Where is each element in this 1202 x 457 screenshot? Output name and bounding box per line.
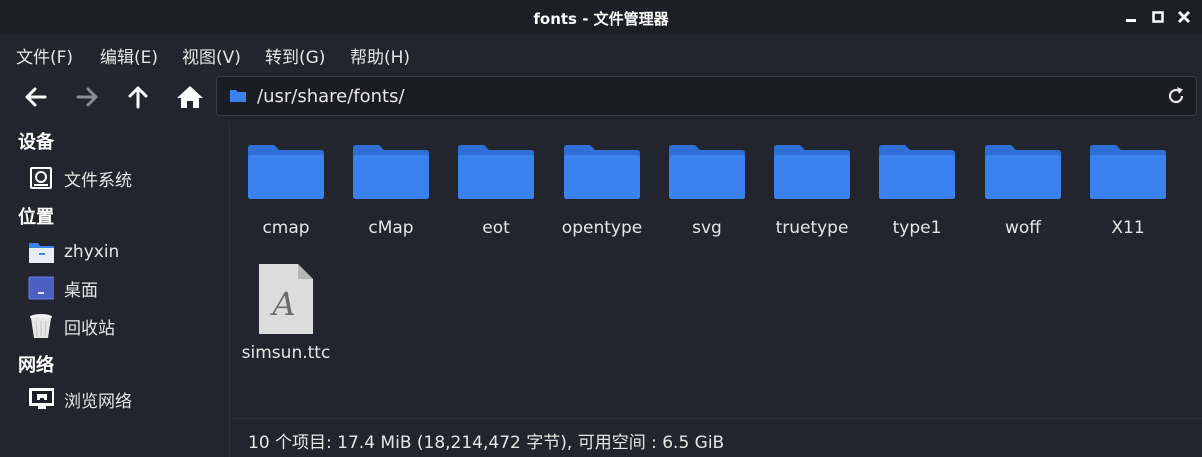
trash-icon [28,313,54,339]
home-folder-icon [28,239,54,265]
reload-icon [1168,87,1184,104]
close-icon [1178,11,1190,23]
menu-go[interactable]: 转到(G) [265,43,325,68]
file-name: simsun.ttc [241,343,331,363]
sidebar-item-browse-network[interactable]: 浏览网络 [28,385,132,413]
forward-button[interactable] [70,80,104,114]
sidebar-section-devices: 设备 [18,132,54,153]
desktop-icon [28,275,54,301]
sidebar-item-label: 浏览网络 [64,391,132,412]
sidebar-item-filesystem[interactable]: 文件系统 [28,164,132,192]
menu-edit[interactable]: 编辑(E) [100,43,158,68]
minimize-button[interactable] [1120,6,1142,28]
folder-icon [669,145,745,199]
sidebar-item-label: 桌面 [64,280,98,301]
folder-item-opentype[interactable]: opentype [547,122,647,242]
close-button[interactable] [1173,6,1195,28]
font-file-icon: A [259,264,313,334]
up-button[interactable] [121,80,155,114]
sidebar-item-label: 回收站 [64,318,115,339]
status-text: 10 个项目: 17.4 MiB (18,214,472 字节), 可用空间 :… [248,433,725,453]
folder-item-type1[interactable]: type1 [862,122,962,242]
folder-item-cmap[interactable]: cmap [231,122,331,242]
drive-icon [28,165,54,191]
folder-icon [564,145,640,199]
reload-button[interactable] [1164,84,1188,108]
location-bar[interactable]: /usr/share/fonts/ [216,76,1197,116]
folder-icon [879,145,955,199]
file-name: cmap [262,218,310,238]
folder-icon [458,145,534,199]
home-button[interactable] [173,80,207,114]
menu-file[interactable]: 文件(F) [16,43,73,68]
folder-item-cMap[interactable]: cMap [336,122,436,242]
maximize-icon [1152,11,1164,23]
sidebar-section-places: 位置 [18,207,54,228]
toolbar: /usr/share/fonts/ [0,72,1202,122]
folder-icon [353,145,429,199]
back-button[interactable] [19,80,53,114]
svg-text:A: A [269,285,295,323]
file-name: svg [692,218,722,238]
sidebar-item-trash[interactable]: 回收站 [28,312,115,340]
file-name: woff [1004,218,1042,238]
minimize-icon [1126,19,1136,22]
sidebar: 设备 文件系统 位置 zhyxin 桌面 回收站 网络 浏览网络 [0,122,230,457]
window-title: fonts - 文件管理器 [533,10,669,28]
location-path[interactable]: /usr/share/fonts/ [257,86,405,107]
menu-view[interactable]: 视图(V) [182,43,241,68]
arrow-right-icon [76,87,98,107]
sidebar-item-home[interactable]: zhyxin [28,238,119,266]
file-name: truetype [775,218,849,238]
file-name: eot [482,218,510,238]
folder-item-truetype[interactable]: truetype [757,122,857,242]
title-bar: fonts - 文件管理器 [0,0,1202,34]
file-item-simsun[interactable]: A simsun.ttc [231,247,331,367]
sidebar-item-desktop[interactable]: 桌面 [28,274,98,302]
file-name: type1 [892,218,942,238]
folder-icon [248,145,324,199]
arrow-up-icon [128,86,148,109]
folder-item-eot[interactable]: eot [441,122,541,242]
sidebar-section-network: 网络 [18,355,54,376]
menu-bar: 文件(F) 编辑(E) 视图(V) 转到(G) 帮助(H) [0,34,1202,72]
home-icon [177,86,203,108]
file-name: cMap [368,218,414,238]
sidebar-item-label: 文件系统 [64,170,132,191]
status-bar: 10 个项目: 17.4 MiB (18,214,472 字节), 可用空间 :… [231,418,1202,457]
folder-icon [1090,145,1166,199]
folder-item-woff[interactable]: woff [968,122,1068,242]
folder-icon [229,87,247,107]
file-name: opentype [561,218,643,238]
sidebar-item-label: zhyxin [64,242,120,262]
folder-item-X11[interactable]: X11 [1073,122,1173,242]
network-icon [28,386,54,412]
maximize-button[interactable] [1147,6,1169,28]
arrow-left-icon [25,87,47,107]
folder-icon [985,145,1061,199]
file-view: cmap cMap eot opentype svg truetype type… [231,122,1202,418]
folder-icon [774,145,850,199]
folder-item-svg[interactable]: svg [652,122,752,242]
menu-help[interactable]: 帮助(H) [350,43,410,68]
file-name: X11 [1111,218,1145,238]
